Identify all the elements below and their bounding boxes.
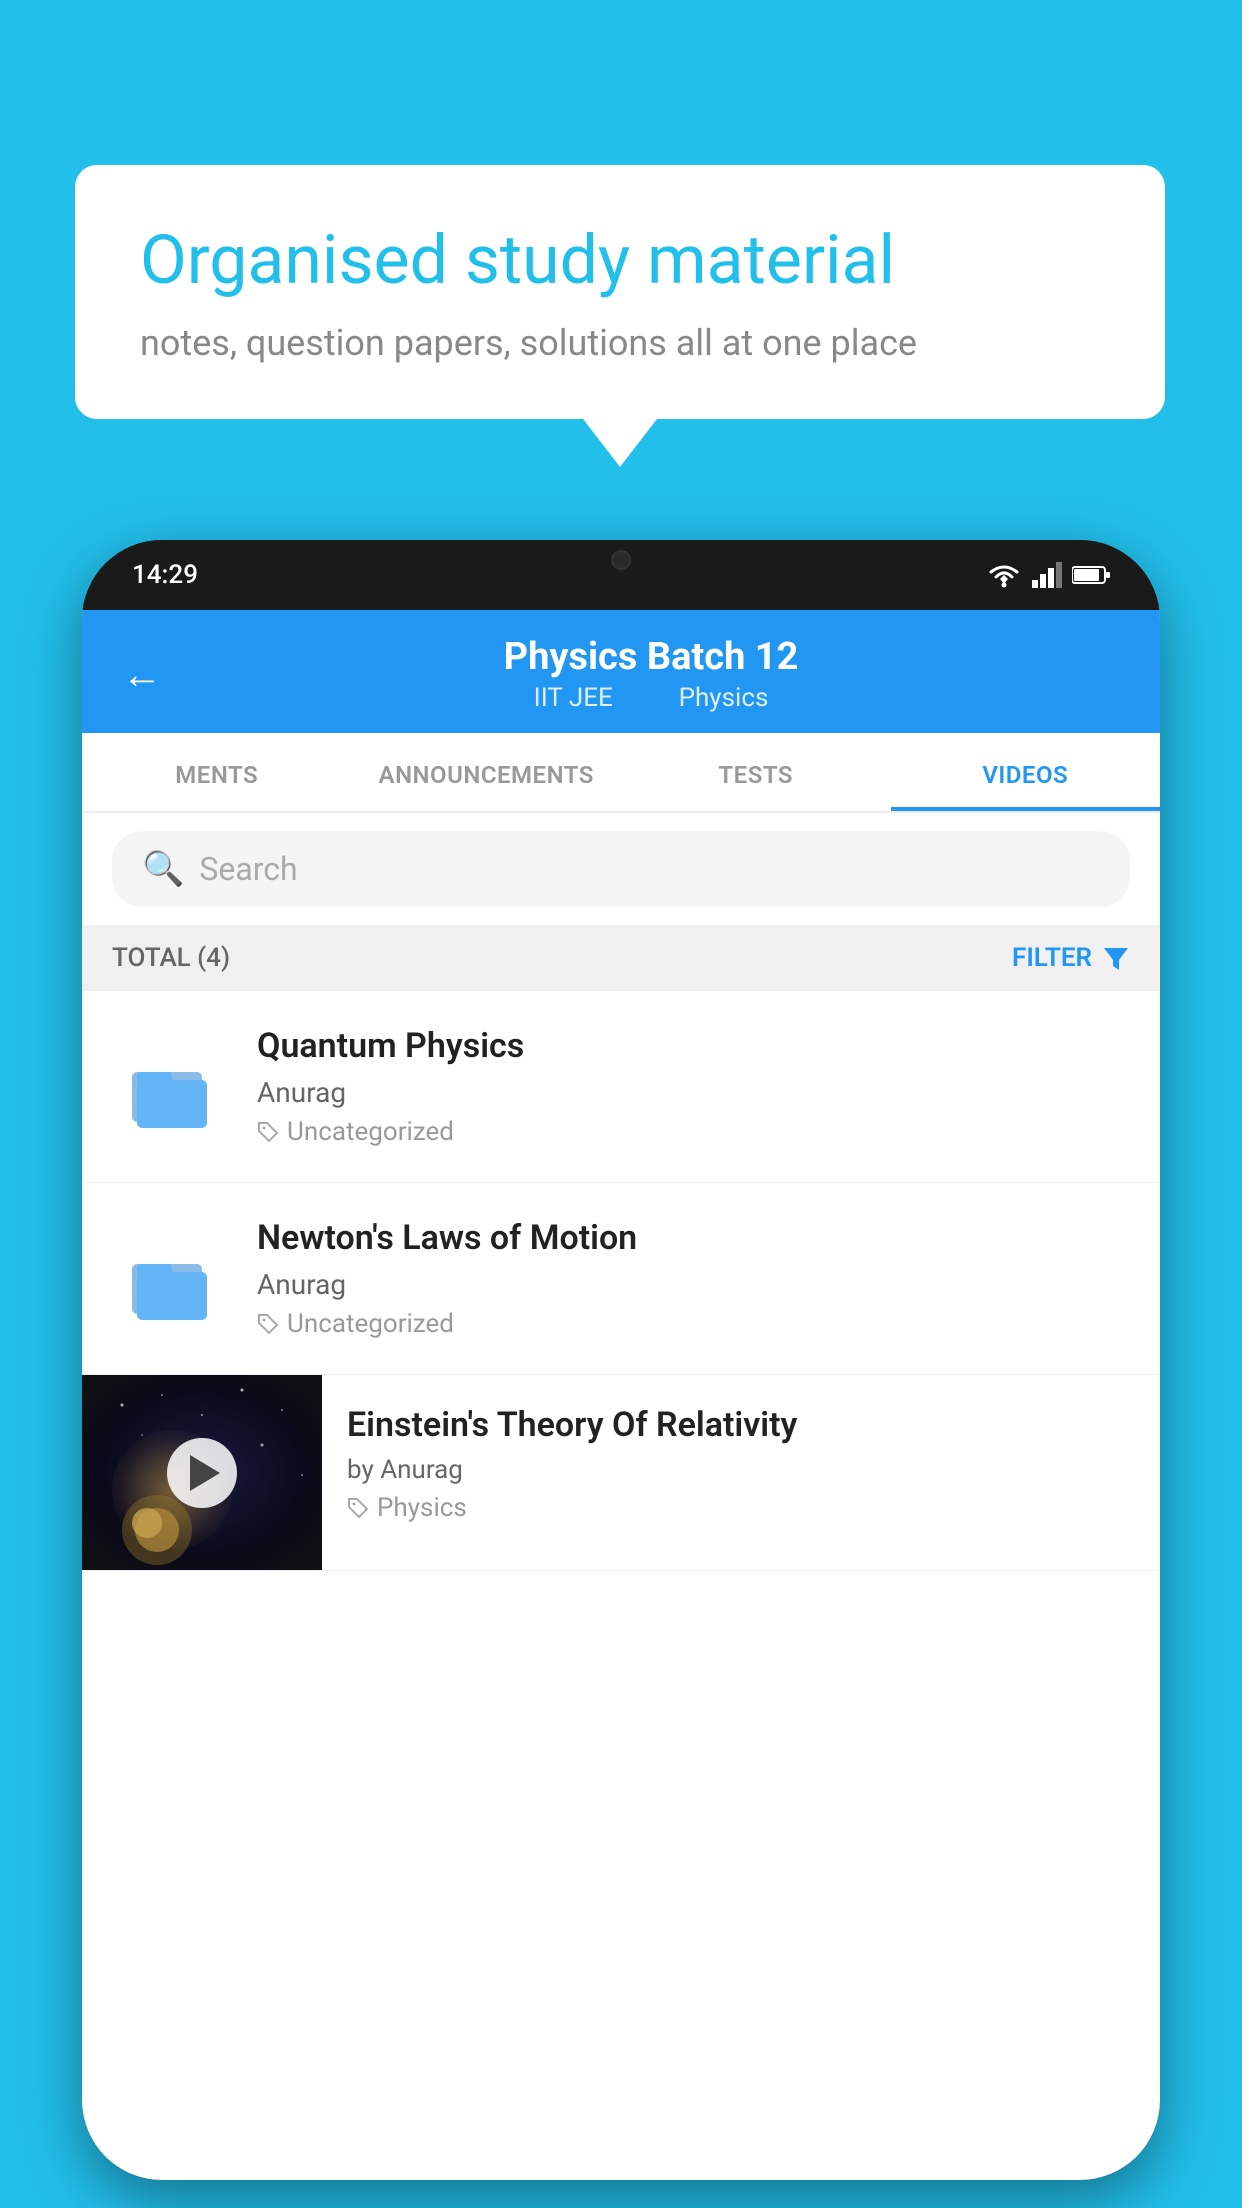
tag-icon <box>257 1121 279 1143</box>
speech-bubble: Organised study material notes, question… <box>75 165 1165 419</box>
tag-label-1: Uncategorized <box>287 1117 454 1147</box>
tag-label-2: Uncategorized <box>287 1309 454 1339</box>
header-title-area: Physics Batch 12 IIT JEE Physics <box>182 635 1120 713</box>
filter-label: FILTER <box>1012 943 1092 973</box>
video-author-1: Anurag <box>257 1076 1130 1109</box>
video-title-1: Quantum Physics <box>257 1026 1130 1066</box>
back-button[interactable]: ← <box>122 651 162 698</box>
video-thumbnail-2 <box>112 1234 232 1324</box>
video-title-2: Newton's Laws of Motion <box>257 1218 1130 1258</box>
batch-title: Physics Batch 12 <box>182 635 1120 679</box>
front-camera <box>611 550 631 570</box>
filter-icon <box>1102 944 1130 972</box>
filter-button[interactable]: FILTER <box>1012 943 1130 973</box>
video-tag-2: Uncategorized <box>257 1309 1130 1339</box>
phone-frame: 14:29 <box>82 540 1160 2180</box>
tag-icon <box>347 1497 369 1519</box>
search-input[interactable]: Search <box>199 850 297 888</box>
video-tag-3: Physics <box>347 1493 1135 1523</box>
video-info-2: Newton's Laws of Motion Anurag Uncategor… <box>257 1218 1130 1339</box>
folder-icon <box>127 1234 217 1324</box>
tag-icon <box>257 1313 279 1335</box>
folder-icon <box>127 1042 217 1132</box>
video-thumbnail-1 <box>112 1042 232 1132</box>
subtitle-iitjee: IIT JEE <box>534 683 613 713</box>
tag-label-3: Physics <box>377 1493 467 1523</box>
tab-announcements[interactable]: ANNOUNCEMENTS <box>352 733 622 811</box>
list-item[interactable]: Quantum Physics Anurag Uncategorized <box>82 991 1160 1183</box>
video-info-1: Quantum Physics Anurag Uncategorized <box>257 1026 1130 1147</box>
video-author-2: Anurag <box>257 1268 1130 1301</box>
filter-bar: TOTAL (4) FILTER <box>82 925 1160 991</box>
list-item[interactable]: Einstein's Theory Of Relativity by Anura… <box>82 1375 1160 1571</box>
play-button[interactable] <box>167 1438 237 1508</box>
subtitle-physics: Physics <box>679 683 769 713</box>
wifi-icon <box>986 562 1022 588</box>
subtitle-sep <box>639 683 652 713</box>
app-header: ← Physics Batch 12 IIT JEE Physics <box>82 610 1160 733</box>
tabs-bar: MENTS ANNOUNCEMENTS TESTS VIDEOS <box>82 733 1160 813</box>
video-title-3: Einstein's Theory Of Relativity <box>347 1405 1135 1445</box>
status-icons <box>986 562 1110 588</box>
video-author-3: by Anurag <box>347 1455 1135 1485</box>
phone-notch <box>541 540 701 580</box>
total-count: TOTAL (4) <box>112 943 230 973</box>
search-bar[interactable]: 🔍 Search <box>112 831 1130 907</box>
batch-subtitle: IIT JEE Physics <box>182 683 1120 713</box>
tab-ments[interactable]: MENTS <box>82 733 352 811</box>
status-bar: 14:29 <box>82 540 1160 610</box>
search-container: 🔍 Search <box>82 813 1160 925</box>
list-item[interactable]: Newton's Laws of Motion Anurag Uncategor… <box>82 1183 1160 1375</box>
phone-screen: ← Physics Batch 12 IIT JEE Physics MENTS… <box>82 610 1160 2180</box>
tab-videos[interactable]: VIDEOS <box>891 733 1161 811</box>
play-triangle-icon <box>190 1455 220 1491</box>
search-icon: 🔍 <box>142 849 184 889</box>
video-thumbnail-3 <box>82 1375 322 1570</box>
status-time: 14:29 <box>132 560 198 590</box>
bubble-title: Organised study material <box>140 220 1100 302</box>
signal-icon <box>1032 562 1062 588</box>
video-info-3: Einstein's Theory Of Relativity by Anura… <box>322 1375 1160 1553</box>
video-list: Quantum Physics Anurag Uncategorized <box>82 991 1160 1571</box>
video-tag-1: Uncategorized <box>257 1117 1130 1147</box>
battery-icon <box>1072 564 1110 586</box>
tab-tests[interactable]: TESTS <box>621 733 891 811</box>
bubble-subtitle: notes, question papers, solutions all at… <box>140 322 1100 364</box>
